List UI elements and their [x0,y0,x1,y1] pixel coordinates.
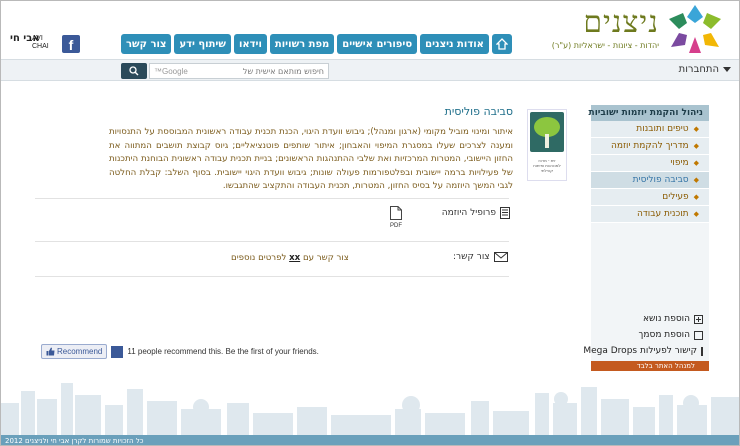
bullet-icon: ◆ [693,125,699,133]
pdf-download[interactable]: PDF [387,206,405,229]
bullet-icon: ◆ [693,210,699,218]
pdf-label: PDF [390,223,402,229]
badge-caption: זית - מרכז למנהיגות ופיתוח קהילתי [533,158,561,173]
facebook-icon[interactable]: f [62,35,80,53]
sidebar-title: ניהול והקמת יוזמות ישוביות [589,105,709,121]
link-icon [701,346,703,356]
initiative-profile-label: פרופיל היוזמה [441,208,496,218]
sidebar-item-label: מיפוי [670,158,689,168]
body-paragraph: איתור ומינוי מוביל מקומי (ארגון ומנהל); … [109,127,513,191]
footer: כל הזכויות שמורות לקרן אבי חי ולניצנים 2… [1,435,739,445]
nav-stories[interactable]: סיפורים אישיים [337,34,418,54]
megadrops-link-button[interactable]: קישור לפעילות Mega Drops [583,343,703,359]
document-icon [500,207,510,219]
sidebar: ניהול והקמת יוזמות ישוביות ◆ טיפים ותובנו… [583,105,709,371]
contact-prefix: צור קשר עם [302,253,349,263]
bullet-icon: ◆ [693,142,699,150]
site-logo[interactable]: ניצנים יהדות - ציונות - ישראליות (ע"ר) [545,3,723,57]
contact-suffix: לפרטים נוספים [231,253,287,263]
sidebar-item-label: סביבה פוליסית [632,175,689,185]
thumbs-up-icon [46,347,55,356]
copyright-text: כל הזכויות שמורות לקרן אבי חי ולניצנים 2… [5,437,144,445]
pdf-icon [390,206,402,220]
initiative-profile[interactable]: פרופיל היוזמה [436,207,510,219]
sidebar-item-label: מדריך להקמת יוזמה [610,141,689,151]
sidebar-tools: הוספת נושא הוספת מסמך קישור לפעילות Mega… [583,309,709,361]
nav-video[interactable]: וידאו [233,34,267,54]
avichai-logo[interactable]: אבי חי AVI CHAI [10,34,54,54]
search-button[interactable] [121,63,147,79]
page-title: סביבה פוליסית [444,105,513,118]
login-menu[interactable]: התחברות [679,64,731,75]
sidebar-item-label: תוכנית עבודה [637,209,689,219]
contact-line: צור קשר עם xx לפרטים נוספים [231,253,349,263]
document-icon [694,330,703,340]
avichai-logo-english: AVI CHAI [32,35,49,50]
caret-down-icon [723,66,731,72]
add-document-button[interactable]: הוספת מסמך [591,327,703,343]
search-input[interactable]: חיפוש מותאם אישית של Google™ [149,63,329,79]
plus-icon [694,314,703,324]
contact-link[interactable]: xx [289,253,300,263]
recommend-label: Recommend [57,347,103,356]
sidebar-item-workplan[interactable]: ◆ תוכנית עבודה [591,206,709,223]
sidebar-item-policy[interactable]: ◆ סביבה פוליסית [591,172,709,189]
friends-avatar [111,345,124,358]
divider [35,276,509,277]
google-label: Google™ [154,66,188,76]
organization-badge: זית - מרכז למנהיגות ופיתוח קהילתי [527,109,567,181]
city-skyline-illustration [1,383,739,435]
bullet-icon: ◆ [693,159,699,167]
add-document-label: הוספת מסמך [638,330,690,340]
megadrops-link-label: קישור לפעילות Mega Drops [583,346,697,356]
site-title: ניצנים [583,5,659,40]
add-topic-button[interactable]: הוספת נושא [591,311,703,327]
facebook-recommend: Recommend 11 people recommend this. Be t… [41,344,319,359]
nav-knowledge[interactable]: שיתוף ידע [174,34,231,54]
page: ניצנים יהדות - ציונות - ישראליות (ע"ר) א… [0,0,740,446]
home-icon [495,38,508,50]
recommend-count-text: 11 people recommend this. Be the first o… [127,347,319,356]
sidebar-item-label: טיפים ותובנות [636,124,689,134]
search-bar: חיפוש מותאם אישית של Google™ התחברות [1,59,739,81]
nav-contact[interactable]: צור קשר [121,34,172,54]
divider [35,241,509,242]
main-content: סביבה פוליסית איתור ומינוי מוביל מקומי (… [109,105,513,194]
login-label: התחברות [678,64,719,75]
divider [35,198,509,199]
sidebar-item-activists[interactable]: ◆ פעילים [591,189,709,206]
nav-about[interactable]: אודות ניצנים [420,34,489,54]
contact-heading-label: צור קשר: [453,252,490,262]
bullet-icon: ◆ [693,193,699,201]
contact-heading: צור קשר: [453,252,508,262]
recommend-button[interactable]: Recommend [41,344,108,359]
sidebar-item-label: פעילים [662,192,689,202]
tree-logo-icon [530,112,564,152]
home-button[interactable] [491,34,512,54]
site-tagline: יהדות - ציונות - ישראליות (ע"ר) [551,41,659,50]
search-placeholder: חיפוש מותאם אישית של [242,66,324,76]
bullet-icon: ◆ [693,176,699,184]
header: ניצנים יהדות - ציונות - ישראליות (ע"ר) א… [1,1,739,59]
add-topic-label: הוספת נושא [642,314,690,324]
search-icon [129,66,139,76]
sidebar-item-tips[interactable]: ◆ טיפים ותובנות [591,121,709,138]
sidebar-spacer [591,223,709,309]
envelope-icon [493,252,508,262]
admin-only-link[interactable]: למנהל האתר בלבד [591,361,709,371]
sidebar-item-guide[interactable]: ◆ מדריך להקמת יוזמה [591,138,709,155]
nav-map[interactable]: מפת רשויות [269,34,335,54]
star-logo-icon [669,5,721,53]
main-nav: אודות ניצנים סיפורים אישיים מפת רשויות ו… [121,34,512,54]
sidebar-item-mapping[interactable]: ◆ מיפוי [591,155,709,172]
